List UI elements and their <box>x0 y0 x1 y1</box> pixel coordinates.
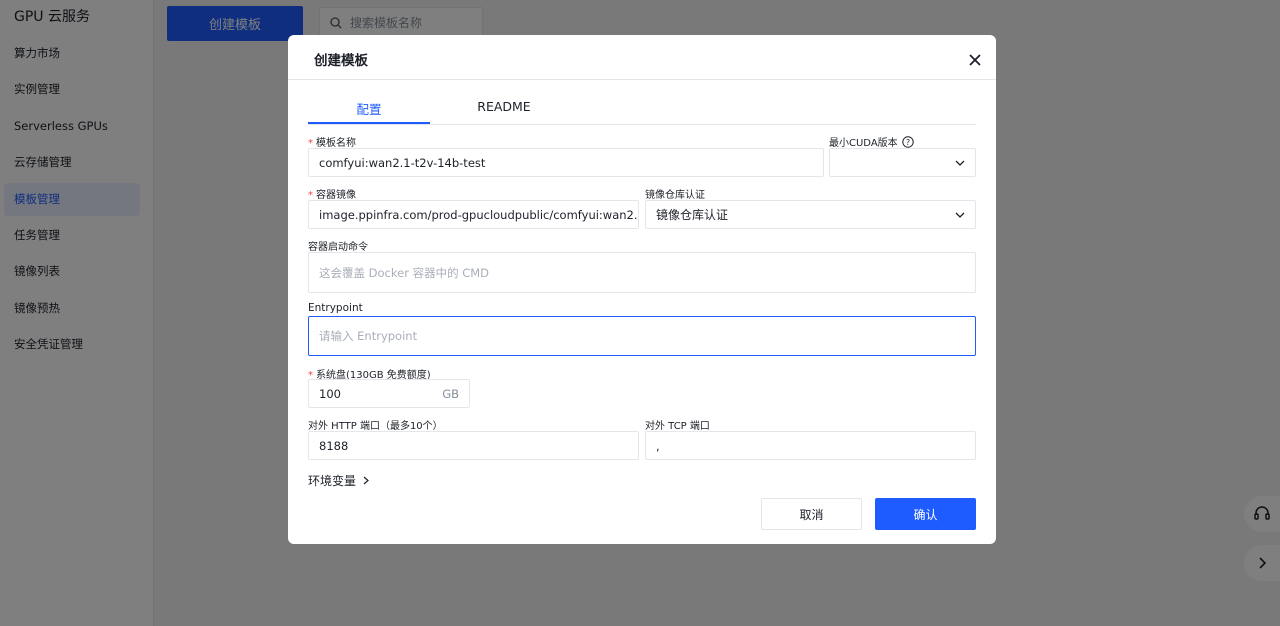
system-disk-input[interactable]: 100 GB <box>308 379 470 408</box>
container-image-input[interactable]: image.ppinfra.com/prod-gpucloudpublic/co… <box>308 200 639 229</box>
container-image-label: * 容器镜像 <box>308 190 356 201</box>
min-cuda-select[interactable] <box>829 148 976 177</box>
tab-bar: 配置 README <box>308 97 976 125</box>
chevron-down-icon <box>955 212 965 218</box>
create-template-dialog: 创建模板 配置 README * 模板名称 comfyui:wan2.1-t2v-… <box>288 35 996 544</box>
env-vars-toggle[interactable]: 环境变量 <box>308 472 370 489</box>
start-cmd-label: 容器启动命令 <box>308 242 368 253</box>
chevron-right-icon <box>363 476 369 485</box>
min-cuda-label: 最小CUDA版本 ? <box>829 134 914 149</box>
entrypoint-input[interactable]: 请输入 Entrypoint <box>308 316 976 356</box>
tab-config[interactable]: 配置 <box>308 99 430 124</box>
chevron-down-icon <box>955 160 965 166</box>
confirm-button[interactable]: 确认 <box>875 498 976 530</box>
dialog-title: 创建模板 <box>314 53 368 69</box>
template-name-input[interactable]: comfyui:wan2.1-t2v-14b-test <box>308 148 824 177</box>
svg-text:?: ? <box>906 138 910 147</box>
cancel-button[interactable]: 取消 <box>761 498 862 530</box>
env-vars-label: 环境变量 <box>308 474 357 488</box>
tcp-ports-input[interactable]: , <box>645 431 976 460</box>
template-name-label: * 模板名称 <box>308 138 356 149</box>
http-ports-input[interactable]: 8188 <box>308 431 639 460</box>
dialog-divider <box>288 79 996 80</box>
registry-auth-select[interactable]: 镜像仓库认证 <box>645 200 976 229</box>
help-icon[interactable]: ? <box>901 135 914 148</box>
close-icon <box>969 54 981 66</box>
tcp-ports-label: 对外 TCP 端口 <box>645 421 710 432</box>
registry-auth-label: 镜像仓库认证 <box>645 190 705 201</box>
entrypoint-label: Entrypoint <box>308 302 363 314</box>
close-button[interactable] <box>966 51 984 69</box>
tab-readme[interactable]: README <box>443 99 565 124</box>
disk-unit: GB <box>442 386 459 401</box>
start-cmd-input[interactable]: 这会覆盖 Docker 容器中的 CMD <box>308 252 976 293</box>
http-ports-label: 对外 HTTP 端口（最多10个） <box>308 421 443 432</box>
